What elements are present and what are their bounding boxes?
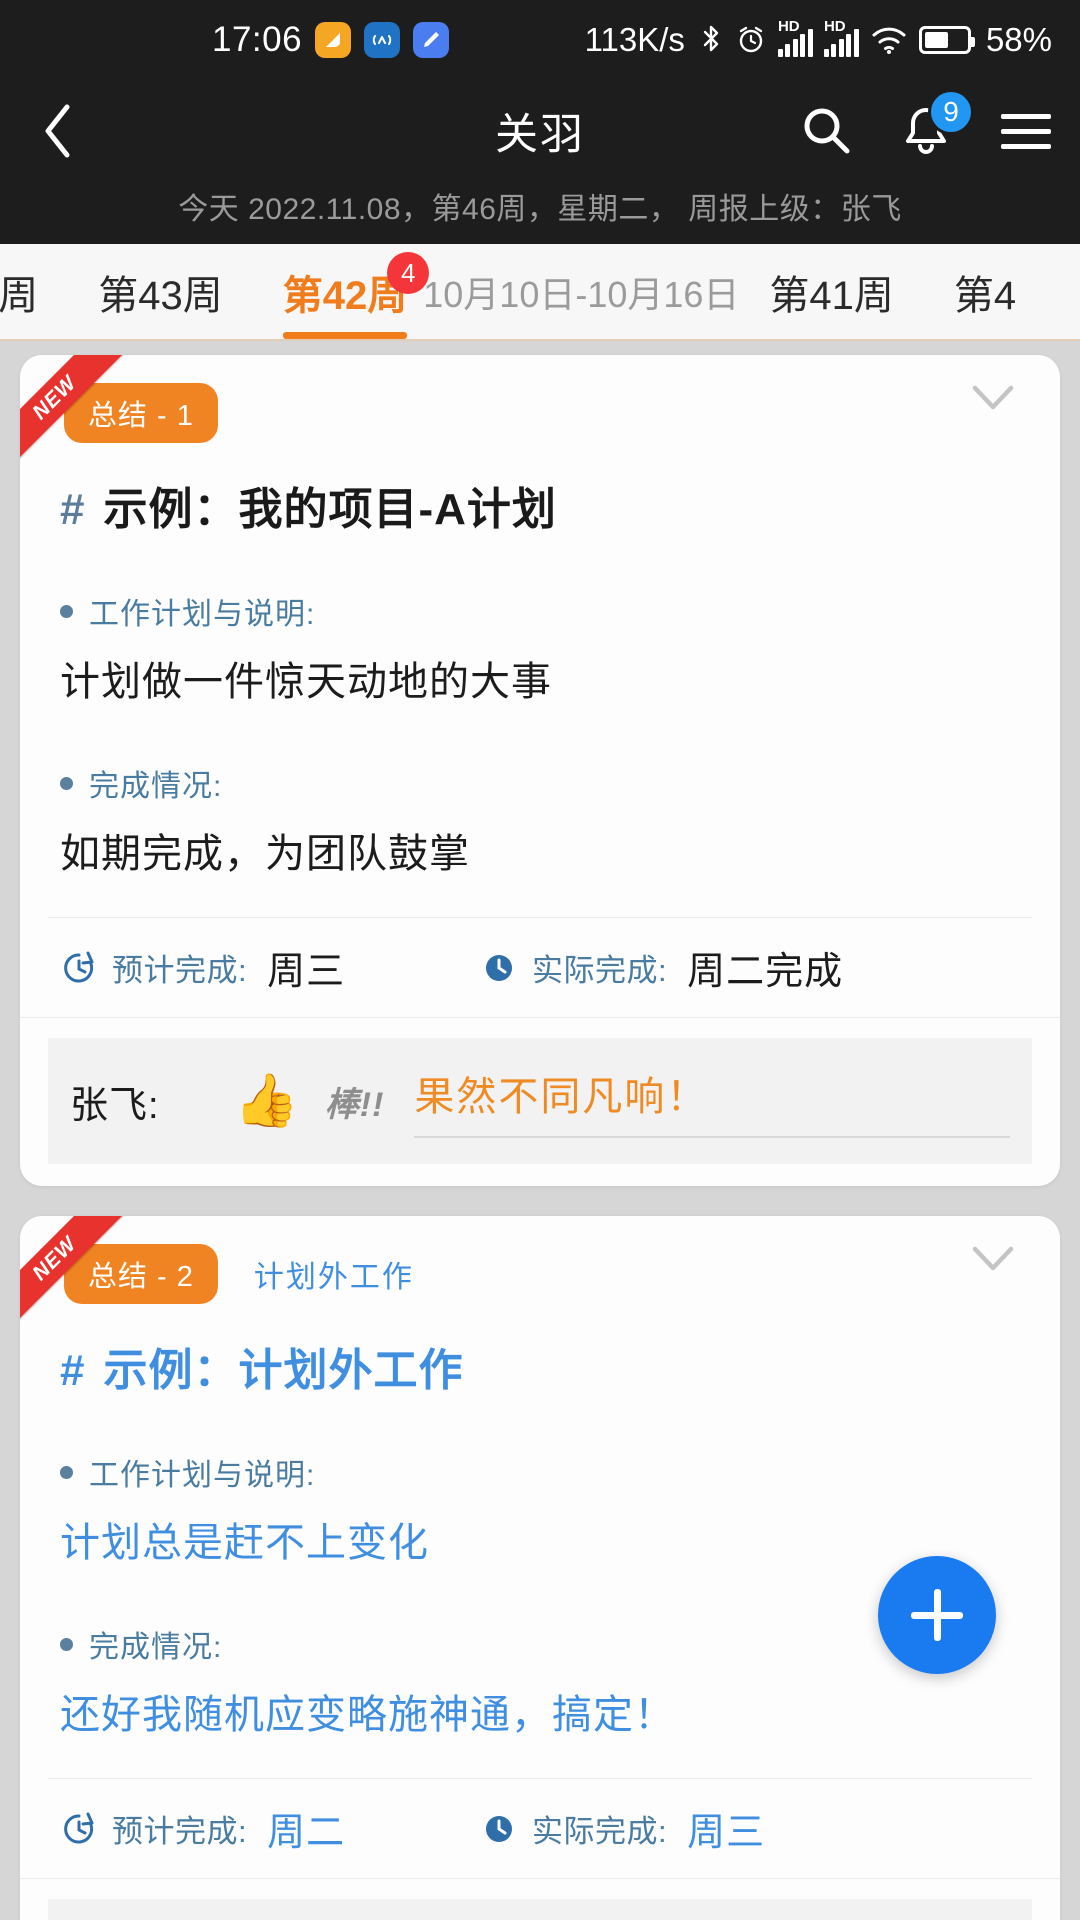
card-title-text: 示例：我的项目-A计划 <box>103 485 557 534</box>
section-label-status: 完成情况: <box>60 1622 1020 1666</box>
week-tab-3[interactable]: 第41周 <box>739 244 924 339</box>
week-date-range: 10月10日-10月16日 <box>423 273 740 315</box>
battery-icon <box>918 26 975 54</box>
week-tab-0[interactable]: 4周 <box>0 244 68 339</box>
comment-row[interactable]: 张飞: 👍 棒!! 已阅 <box>48 1899 1032 1920</box>
report-list[interactable]: NEW 总结 - 1 # 示例：我的项目-A计划 工作计划与说明: 计划做一件惊… <box>0 341 1080 1920</box>
card-header: 总结 - 1 <box>20 355 1060 443</box>
week-tab-strip[interactable]: 4周 第43周 第42周 4 10月10日-10月16日 第41周 第4 <box>0 244 1046 339</box>
status-bar-right: 113K/s HD HD 58% <box>585 0 1052 80</box>
card-title: # 示例：我的项目-A计划 <box>20 443 1060 537</box>
back-button[interactable] <box>26 99 90 163</box>
search-button[interactable] <box>798 103 854 159</box>
estimate-label: 预计完成: <box>112 1814 248 1849</box>
week-tab-4[interactable]: 第4 <box>924 244 1046 339</box>
collapse-button[interactable] <box>970 383 1016 413</box>
estimate-value: 周三 <box>267 951 346 993</box>
sim2-hd-label: HD <box>823 18 846 35</box>
card-title: # 示例：计划外工作 <box>20 1304 1060 1398</box>
actual-cell: 实际完成: 周三 <box>480 1801 765 1856</box>
summary-chip: 总结 - 2 <box>64 1244 218 1304</box>
actual-value: 周三 <box>687 1812 766 1854</box>
card-header: 总结 - 2 计划外工作 <box>20 1216 1060 1304</box>
card-sections: 工作计划与说明: 计划做一件惊天动地的大事 完成情况: 如期完成，为团队鼓掌 <box>20 589 1060 881</box>
section-body-plan: 计划做一件惊天动地的大事 <box>60 660 552 704</box>
comment-praise: 棒!! <box>324 1085 385 1124</box>
bluetooth-icon <box>698 23 724 57</box>
estimate-cell: 预计完成: 周二 <box>60 1801 480 1856</box>
actual-label: 实际完成: <box>532 1814 668 1849</box>
section-body-status: 还好我随机应变略施神通，搞定！ <box>60 1693 675 1737</box>
search-icon <box>804 108 850 154</box>
chevron-down-icon <box>972 1246 1014 1271</box>
note-app-icon <box>315 22 352 58</box>
nav-actions: 9 <box>798 89 1054 159</box>
week-tab-bar[interactable]: 4周 第43周 第42周 4 10月10日-10月16日 第41周 第4 <box>0 244 1080 341</box>
chevron-down-icon <box>972 385 1014 410</box>
clock-arrow-icon <box>64 1812 94 1843</box>
notification-badge: 9 <box>928 89 974 135</box>
clock-filled-icon <box>486 954 512 981</box>
menu-button[interactable] <box>998 103 1054 159</box>
clock-arrow-icon <box>64 951 94 982</box>
comment-text: 果然不同凡响！ <box>414 1075 709 1119</box>
section-body-plan: 计划总是赶不上变化 <box>60 1521 429 1565</box>
alarm-icon <box>735 24 767 56</box>
status-bar-left: 17:06 <box>212 0 450 80</box>
week-tab-badge: 4 <box>387 252 430 294</box>
network-speed: 113K/s <box>584 21 685 58</box>
hash-icon: # <box>60 485 86 534</box>
thumbs-up-icon[interactable]: 👍 <box>234 1075 299 1127</box>
card-head-tag: 计划外工作 <box>253 1261 414 1294</box>
add-report-fab[interactable] <box>878 1556 996 1674</box>
sim1-hd-label: HD <box>777 18 800 35</box>
status-time: 17:06 <box>212 20 303 59</box>
collapse-button[interactable] <box>970 1244 1016 1274</box>
actual-value: 周二完成 <box>687 951 844 993</box>
report-card-1[interactable]: NEW 总结 - 1 # 示例：我的项目-A计划 工作计划与说明: 计划做一件惊… <box>20 355 1060 1186</box>
date-summary-bar: 今天 2022.11.08，第46周，星期二， 周报上级：张飞 <box>0 182 1080 244</box>
week-tab-label: 第43周 <box>98 273 223 318</box>
section-label-plan: 工作计划与说明: <box>60 1450 1020 1494</box>
card-title-text: 示例：计划外工作 <box>103 1346 464 1395</box>
hash-icon: # <box>60 1346 86 1395</box>
clock-filled-icon <box>486 1815 512 1842</box>
app-root: 17:06 113K/s HD HD 58% 关羽 9 今天 2022.11.0… <box>0 0 1080 1920</box>
metro-app-icon <box>364 22 401 58</box>
estimate-value: 周二 <box>267 1812 346 1854</box>
week-tab-1[interactable]: 第43周 <box>68 244 253 339</box>
nav-bar: 关羽 9 <box>0 80 1080 182</box>
sim2-signal-icon: HD <box>823 19 859 57</box>
section-label-status: 完成情况: <box>60 761 1020 805</box>
notification-button[interactable]: 9 <box>898 89 974 159</box>
comment-input[interactable]: 果然不同凡响！ <box>414 1064 1010 1138</box>
section-label-plan: 工作计划与说明: <box>60 589 1020 633</box>
hamburger-menu-icon <box>1001 113 1051 149</box>
week-tab-label: 4周 <box>0 273 39 318</box>
estimate-cell: 预计完成: 周三 <box>60 940 480 995</box>
section-body-status: 如期完成，为团队鼓掌 <box>60 832 470 876</box>
estimate-label: 预计完成: <box>112 953 248 988</box>
comment-author: 张飞: <box>70 1084 160 1127</box>
comment-row[interactable]: 张飞: 👍 棒!! 果然不同凡响！ <box>48 1038 1032 1164</box>
summary-chip: 总结 - 1 <box>64 383 218 443</box>
week-tab-underline <box>282 332 408 339</box>
sim1-signal-icon: HD <box>777 19 813 57</box>
actual-label: 实际完成: <box>532 953 668 988</box>
wifi-icon <box>870 25 908 55</box>
week-tab-2-active[interactable]: 第42周 4 <box>253 244 438 339</box>
completion-row: 预计完成: 周二 实际完成: 周三 <box>20 1779 1060 1879</box>
battery-percent: 58% <box>985 21 1052 58</box>
week-tab-label: 第41周 <box>769 273 894 318</box>
actual-cell: 实际完成: 周二完成 <box>480 940 843 995</box>
completion-row: 预计完成: 周三 实际完成: 周二完成 <box>20 918 1060 1018</box>
status-bar: 17:06 113K/s HD HD 58% <box>0 0 1080 80</box>
edit-app-icon <box>413 22 450 58</box>
back-chevron-icon <box>45 104 70 158</box>
week-tab-label: 第4 <box>953 273 1017 318</box>
